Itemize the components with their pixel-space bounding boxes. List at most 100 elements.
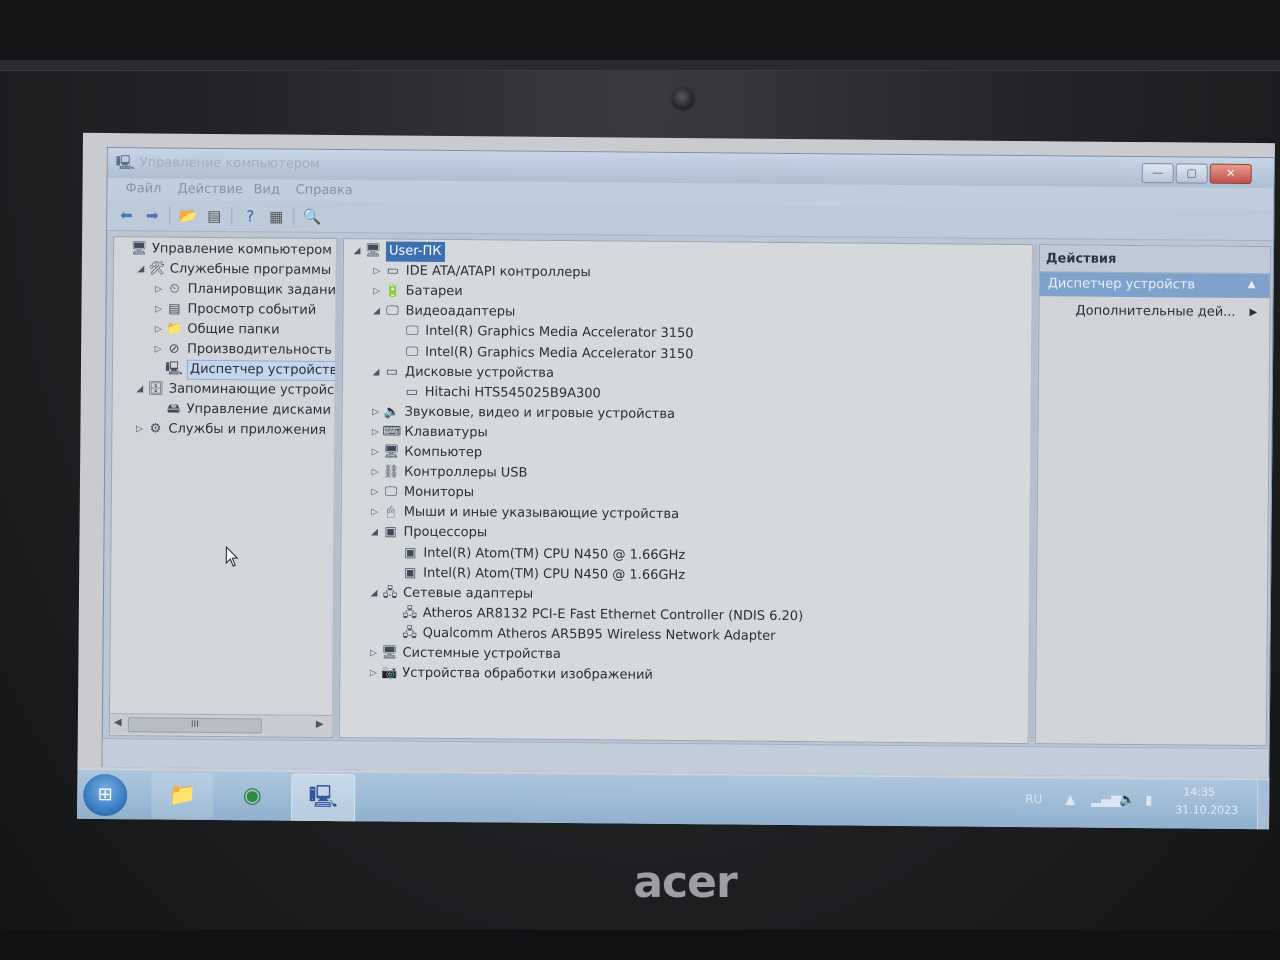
collapsed-arrow-icon[interactable]: ▷ bbox=[370, 503, 380, 523]
collapsed-arrow-icon[interactable]: ▷ bbox=[371, 402, 381, 422]
storage-icon: 🗄 bbox=[147, 381, 165, 397]
start-button[interactable]: ⊞ bbox=[83, 773, 128, 817]
disk-drive-icon: ▭ bbox=[385, 364, 399, 380]
battery-icon[interactable]: ▮ bbox=[1145, 793, 1152, 808]
console-tree-item[interactable]: ◢ 🗄 Запоминающие устройст bbox=[113, 379, 338, 401]
menu-view[interactable]: Вид bbox=[253, 182, 279, 197]
collapsed-arrow-icon[interactable]: ▷ bbox=[372, 261, 382, 281]
scroll-left-icon[interactable]: ◀ bbox=[114, 717, 122, 728]
sound-icon: 🔈 bbox=[383, 404, 400, 420]
collapsed-arrow-icon[interactable]: ▷ bbox=[154, 279, 164, 299]
console-tree-item[interactable]: ▷ 📁 Общие папки bbox=[113, 319, 335, 341]
expanded-arrow-icon[interactable]: ◢ bbox=[136, 259, 146, 279]
console-tree-label: Служебные программы bbox=[169, 261, 332, 278]
console-tree-item[interactable]: ▷ ▤ Просмотр событий bbox=[113, 299, 335, 321]
computer-management-icon: 🖳 bbox=[115, 155, 135, 172]
expanded-arrow-icon[interactable]: ◢ bbox=[371, 362, 381, 382]
collapsed-arrow-icon[interactable]: ▷ bbox=[368, 643, 378, 663]
language-indicator[interactable]: RU bbox=[1025, 792, 1042, 806]
collapsed-arrow-icon[interactable]: ▷ bbox=[370, 462, 380, 482]
network-signal-icon[interactable]: ▂▄▆ bbox=[1091, 793, 1121, 808]
tray-expand-icon[interactable]: ▲ bbox=[1065, 792, 1075, 807]
forward-arrow-icon[interactable]: ➡ bbox=[141, 205, 163, 225]
network-adapter-icon: 🖧 bbox=[382, 585, 398, 601]
collapse-icon[interactable]: ▲ bbox=[1248, 279, 1256, 290]
computer-icon: 🖥 bbox=[382, 444, 400, 460]
collapsed-arrow-icon[interactable]: ▷ bbox=[370, 442, 380, 462]
collapsed-arrow-icon[interactable]: ▷ bbox=[153, 319, 163, 339]
console-tree-item[interactable]: 🖥 Управление компьютером (л bbox=[114, 239, 338, 261]
hinge bbox=[0, 930, 1280, 960]
console-tree-label: Просмотр событий bbox=[187, 301, 317, 318]
webcam-icon bbox=[670, 86, 696, 112]
collapsed-arrow-icon[interactable]: ▷ bbox=[134, 419, 144, 439]
taskbar: ⊞ 📁 ◉ 🖳 RU ▲ ▂▄▆ 🔈 ▮ 14:35 31.10.2023 bbox=[77, 768, 1271, 830]
clock-date[interactable]: 31.10.2023 bbox=[1175, 803, 1238, 817]
expanded-arrow-icon[interactable]: ◢ bbox=[352, 241, 362, 261]
clock-time[interactable]: 14:35 bbox=[1183, 785, 1215, 798]
expanded-arrow-icon[interactable]: ◢ bbox=[369, 523, 379, 543]
brand-logo: acer bbox=[633, 857, 737, 908]
expanded-arrow-icon[interactable]: ◢ bbox=[135, 379, 145, 399]
device-tree-label: IDE ATA/ATAPI контроллеры bbox=[405, 263, 591, 281]
explorer-taskbar-button[interactable]: 📁 bbox=[151, 772, 214, 819]
disk-drive-icon: ▭ bbox=[405, 384, 418, 400]
collapsed-arrow-icon[interactable]: ▷ bbox=[153, 339, 163, 359]
toolbar-separator bbox=[169, 206, 171, 225]
console-tree-pane: 🖥 Управление компьютером (л ◢ 🛠 Служебные пр… bbox=[108, 236, 338, 739]
console-tree-label: Диспетчер устройств bbox=[186, 359, 338, 382]
scheduler-icon: ⏲ bbox=[169, 281, 180, 297]
device-tree: ◢ 🖥 User-ПК ▷ ▭ IDE ATA/ATAPI контроллеры ▷ 🔋 Ба… bbox=[344, 239, 1032, 683]
up-folder-icon[interactable]: 📂 bbox=[177, 206, 199, 226]
back-arrow-icon[interactable]: ⬅ bbox=[115, 205, 137, 225]
device-tree-label: Видеоадаптеры bbox=[405, 303, 516, 320]
volume-icon[interactable]: 🔈 bbox=[1119, 793, 1135, 808]
maximize-button[interactable]: ▢ bbox=[1175, 163, 1208, 184]
collapsed-arrow-icon[interactable]: ▷ bbox=[153, 299, 163, 319]
properties-icon[interactable]: ▦ bbox=[265, 206, 287, 226]
expanded-arrow-icon[interactable]: ◢ bbox=[369, 583, 379, 603]
minimize-button[interactable]: — bbox=[1141, 163, 1174, 184]
expanded-arrow-icon[interactable]: ◢ bbox=[371, 302, 381, 322]
console-tree-item[interactable]: ▷ ⊘ Производительность bbox=[113, 339, 335, 361]
chevron-right-icon[interactable]: ▶ bbox=[1249, 307, 1257, 318]
device-tree-label: Сетевые адаптеры bbox=[402, 585, 534, 602]
imaging-icon: 📷 bbox=[381, 665, 398, 681]
console-tree-label: Запоминающие устройст bbox=[168, 381, 338, 399]
menu-help[interactable]: Справка bbox=[295, 183, 352, 198]
show-desktop-button[interactable] bbox=[1256, 780, 1271, 830]
console-tree-item[interactable]: 🖴 Управление дисками bbox=[113, 399, 335, 421]
help-icon[interactable]: ? bbox=[239, 206, 261, 226]
scan-hardware-icon[interactable]: 🔍 bbox=[301, 207, 323, 227]
computer-icon: 🖥 bbox=[364, 243, 382, 259]
console-tree-label: Управление компьютером (л bbox=[151, 241, 338, 259]
screen: 🖳 Управление компьютером — ▢ ✕ Файл Дейс… bbox=[77, 132, 1275, 830]
show-hide-tree-icon[interactable]: ▤ bbox=[203, 206, 225, 226]
collapsed-arrow-icon[interactable]: ▷ bbox=[368, 663, 378, 683]
console-tree-item[interactable]: ▷ ⏲ Планировщик заданий bbox=[114, 279, 337, 301]
scroll-thumb[interactable]: III bbox=[127, 717, 262, 734]
console-tree-item[interactable]: 🖳 Диспетчер устройств bbox=[113, 359, 338, 382]
device-tree-label: Intel(R) Atom(TM) CPU N450 @ 1.66GHz bbox=[423, 565, 686, 583]
tools-icon: 🛠 bbox=[148, 261, 166, 277]
device-tree-label: Клавиатуры bbox=[404, 424, 488, 441]
device-tree-label: Intel(R) Graphics Media Accelerator 3150 bbox=[425, 324, 694, 342]
horizontal-scrollbar[interactable]: ◀ III ▶ bbox=[109, 713, 332, 737]
actions-section[interactable]: Диспетчер устройств ▲ bbox=[1039, 272, 1270, 299]
computer-management-taskbar-button[interactable]: 🖳 bbox=[291, 773, 356, 823]
lid-edge bbox=[0, 60, 1280, 71]
scroll-right-icon[interactable]: ▶ bbox=[316, 719, 324, 730]
device-tree-label: Устройства обработки изображений bbox=[402, 665, 653, 683]
device-tree-label: Дисковые устройства bbox=[404, 364, 555, 381]
menu-file[interactable]: Файл bbox=[125, 181, 161, 196]
collapsed-arrow-icon[interactable]: ▷ bbox=[370, 483, 380, 503]
close-button[interactable]: ✕ bbox=[1209, 163, 1252, 185]
collapsed-arrow-icon[interactable]: ▷ bbox=[372, 282, 382, 302]
console-tree-item[interactable]: ▷ ⚙ Службы и приложения bbox=[112, 419, 334, 441]
collapsed-arrow-icon[interactable]: ▷ bbox=[370, 422, 380, 442]
chrome-taskbar-button[interactable]: ◉ bbox=[221, 773, 283, 820]
console-tree-label: Производительность bbox=[187, 341, 332, 358]
console-tree-item[interactable]: ◢ 🛠 Служебные программы bbox=[114, 259, 336, 281]
more-actions-link[interactable]: Дополнительные дей... bbox=[1075, 303, 1235, 319]
menu-action[interactable]: Действие bbox=[177, 182, 243, 198]
